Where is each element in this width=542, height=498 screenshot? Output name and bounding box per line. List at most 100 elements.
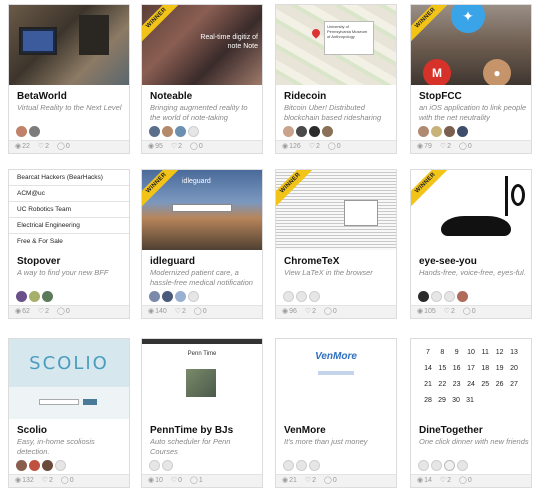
comment-icon[interactable]: ◯ xyxy=(57,308,65,315)
calendar-thumbnail[interactable]: 7 8 9 10 11 12 13 14 15 16 17 18 19 20 21 22 23 24 25 26 2… xyxy=(411,339,531,419)
avatar[interactable] xyxy=(457,460,468,471)
avatar[interactable] xyxy=(444,460,455,471)
avatar[interactable] xyxy=(149,291,160,302)
avatar[interactable] xyxy=(322,126,333,137)
avatar[interactable] xyxy=(431,291,442,302)
avatar[interactable] xyxy=(418,291,429,302)
project-thumbnail[interactable]: VenMore xyxy=(276,339,396,419)
heart-icon[interactable]: ♡ xyxy=(175,308,181,315)
avatar[interactable] xyxy=(457,126,468,137)
project-title[interactable]: Stopover xyxy=(17,256,127,267)
heart-icon[interactable]: ♡ xyxy=(171,143,177,150)
heart-icon[interactable]: ♡ xyxy=(309,143,315,150)
comment-icon[interactable]: ◯ xyxy=(190,143,198,150)
avatar[interactable] xyxy=(283,126,294,137)
avatar[interactable] xyxy=(296,291,307,302)
project-title[interactable]: eye-see-you xyxy=(419,256,529,267)
project-thumbnail[interactable]: Penn Time xyxy=(142,339,262,419)
comment-icon[interactable]: ◯ xyxy=(190,477,198,484)
project-thumbnail[interactable]: Bearcat Hackers (BearHacks) ACM@uc UC Ro… xyxy=(9,170,129,250)
heart-icon[interactable]: ♡ xyxy=(305,308,311,315)
avatar[interactable] xyxy=(29,126,40,137)
project-card-stopfcc[interactable]: ✦ M ● WINNER StopFCC an iOS application … xyxy=(410,4,532,154)
comment-icon[interactable]: ◯ xyxy=(459,477,467,484)
avatar[interactable] xyxy=(431,126,442,137)
heart-icon[interactable]: ♡ xyxy=(171,477,177,484)
avatar[interactable] xyxy=(16,460,27,471)
project-title[interactable]: BetaWorld xyxy=(17,91,127,102)
comment-icon[interactable]: ◯ xyxy=(463,308,471,315)
heart-icon[interactable]: ♡ xyxy=(42,477,48,484)
avatar[interactable] xyxy=(309,460,320,471)
avatar[interactable] xyxy=(431,460,442,471)
project-title[interactable]: Scolio xyxy=(17,425,127,436)
project-title[interactable]: StopFCC xyxy=(419,91,529,102)
project-card-betaworld[interactable]: BetaWorld Virtual Reality to the Next Le… xyxy=(8,4,130,154)
project-tagline: Hands-free, voice-free, eyes-ful. xyxy=(419,268,526,277)
avatar[interactable] xyxy=(162,460,173,471)
comment-icon[interactable]: ◯ xyxy=(328,143,336,150)
heart-icon[interactable]: ♡ xyxy=(444,308,450,315)
project-title[interactable]: Noteable xyxy=(150,91,260,102)
avatar[interactable] xyxy=(296,126,307,137)
avatar[interactable] xyxy=(309,291,320,302)
avatar[interactable] xyxy=(16,126,27,137)
avatar[interactable] xyxy=(444,291,455,302)
project-title[interactable]: DineTogether xyxy=(419,425,529,436)
avatar[interactable] xyxy=(188,291,199,302)
project-card-noteable[interactable]: Real-time digitiz of note Note WINNER No… xyxy=(141,4,263,154)
avatar[interactable] xyxy=(175,126,186,137)
project-card-scolio[interactable]: SCOLIO Scolio Easy, in-home scoliosis de… xyxy=(8,338,130,488)
eye-icon: ◉ xyxy=(148,143,155,150)
comment-icon[interactable]: ◯ xyxy=(324,477,332,484)
project-thumbnail[interactable]: SCOLIO xyxy=(9,339,129,419)
project-card-stopover[interactable]: Bearcat Hackers (BearHacks) ACM@uc UC Ro… xyxy=(8,169,130,319)
heart-icon[interactable]: ♡ xyxy=(38,143,44,150)
project-title[interactable]: idleguard xyxy=(150,256,260,267)
avatar[interactable] xyxy=(162,126,173,137)
avatar[interactable] xyxy=(296,460,307,471)
avatar[interactable] xyxy=(457,291,468,302)
heart-icon[interactable]: ♡ xyxy=(305,477,311,484)
avatar[interactable] xyxy=(188,126,199,137)
project-card-chrometex[interactable]: WINNER ChromeTeX View LaTeX in the brows… xyxy=(275,169,397,319)
heart-icon[interactable]: ♡ xyxy=(38,308,44,315)
views-count: 21 xyxy=(289,477,297,484)
comment-icon[interactable]: ◯ xyxy=(324,308,332,315)
project-title[interactable]: Ridecoin xyxy=(284,91,394,102)
heart-icon[interactable]: ♡ xyxy=(440,477,446,484)
heart-icon[interactable]: ♡ xyxy=(440,143,446,150)
avatar[interactable] xyxy=(55,460,66,471)
comment-icon[interactable]: ◯ xyxy=(61,477,69,484)
avatar[interactable] xyxy=(149,126,160,137)
avatar[interactable] xyxy=(29,460,40,471)
avatar[interactable] xyxy=(42,291,53,302)
avatar[interactable] xyxy=(444,126,455,137)
project-card-idleguard[interactable]: idleguard WINNER idleguard Modernized pa… xyxy=(141,169,263,319)
project-card-venmore[interactable]: VenMore VenMore It's more than just mone… xyxy=(275,338,397,488)
avatar[interactable] xyxy=(29,291,40,302)
avatar[interactable] xyxy=(418,460,429,471)
project-card-penntime[interactable]: Penn Time PennTime by BJs Auto scheduler… xyxy=(141,338,263,488)
project-thumbnail[interactable]: University of Pennsylvania Museum of Ant… xyxy=(276,5,396,85)
comment-icon[interactable]: ◯ xyxy=(57,143,65,150)
project-card-dinetogether[interactable]: 7 8 9 10 11 12 13 14 15 16 17 18 19 20 21 22 23 24 25 26 2… xyxy=(410,338,532,488)
avatar[interactable] xyxy=(283,460,294,471)
avatar[interactable] xyxy=(175,291,186,302)
avatar[interactable] xyxy=(149,460,160,471)
comment-icon[interactable]: ◯ xyxy=(459,143,467,150)
project-title[interactable]: VenMore xyxy=(284,425,394,436)
project-thumbnail[interactable] xyxy=(9,5,129,85)
project-title[interactable]: PennTime by BJs xyxy=(150,425,260,436)
avatar[interactable] xyxy=(418,126,429,137)
avatar[interactable] xyxy=(16,291,27,302)
avatar[interactable] xyxy=(283,291,294,302)
avatar[interactable] xyxy=(309,126,320,137)
comment-icon[interactable]: ◯ xyxy=(194,308,202,315)
project-card-eye-see-you[interactable]: WINNER eye-see-you Hands-free, voice-fre… xyxy=(410,169,532,319)
project-card-ridecoin[interactable]: University of Pennsylvania Museum of Ant… xyxy=(275,4,397,154)
project-title[interactable]: ChromeTeX xyxy=(284,256,394,267)
avatar[interactable] xyxy=(162,291,173,302)
avatar[interactable] xyxy=(42,460,53,471)
comments-count: 0 xyxy=(332,308,337,315)
